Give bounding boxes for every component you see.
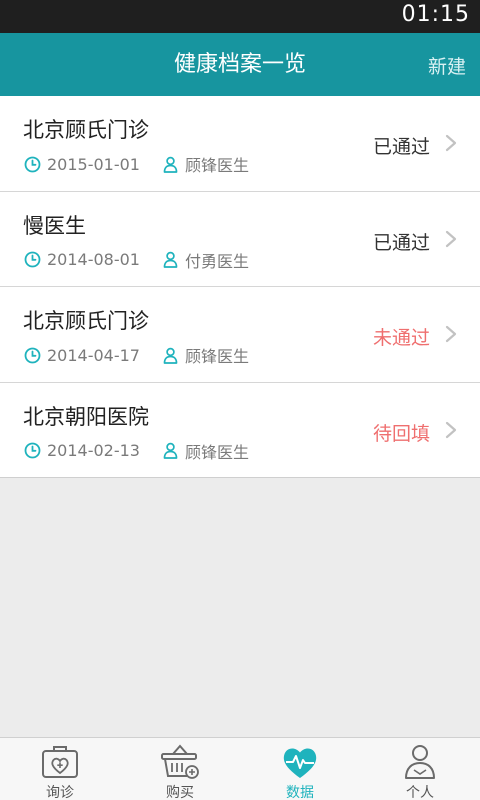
record-title: 北京顾氏门诊: [23, 309, 149, 333]
record-row[interactable]: 慢医生 2014-08-01 付勇医生 已通过: [0, 191, 480, 287]
tab-label: 询诊: [46, 785, 74, 800]
tab-label: 数据: [286, 785, 314, 800]
record-meta: 2014-04-17 顾锋医生: [24, 345, 249, 366]
chevron-right-icon: [445, 325, 457, 343]
record-date: 2015-01-01: [47, 154, 140, 174]
status-time: 01:15: [401, 2, 470, 27]
tab-label: 个人: [406, 785, 434, 800]
chevron-right-icon: [445, 230, 457, 247]
record-status: 已通过: [372, 136, 430, 158]
record-date: 2014-04-17: [47, 345, 140, 365]
clock-icon: [24, 347, 41, 364]
tab-label: 购买: [166, 785, 194, 800]
clock-icon: [24, 251, 41, 268]
record-doctor: 付勇医生: [184, 251, 249, 271]
record-row[interactable]: 北京顾氏门诊 2014-04-17 顾锋医生 未通过: [0, 287, 480, 383]
person-icon: [405, 745, 435, 779]
record-meta: 2015-01-01 顾锋医生: [24, 154, 249, 175]
record-row[interactable]: 北京顾氏门诊 2015-01-01 顾锋医生 已通过: [0, 96, 480, 192]
heart-pulse-icon: [283, 748, 317, 778]
record-status: 已通过: [372, 231, 430, 254]
shopping-basket-icon: [161, 744, 199, 779]
record-list: 北京顾氏门诊 2015-01-01 顾锋医生 已通过 慢医生 2014-08-0…: [0, 96, 480, 478]
record-doctor: 顾锋医生: [184, 156, 249, 175]
header: 健康档案一览 新建: [0, 33, 480, 96]
record-title: 北京朝阳医院: [23, 404, 149, 429]
record-doctor: 顾锋医生: [184, 347, 249, 366]
bottom-tab-bar: 询诊 购买 数据 个人: [0, 737, 480, 800]
record-title: 慢医生: [23, 213, 86, 238]
record-meta: 2014-02-13 顾锋医生: [24, 441, 249, 462]
record-doctor: 顾锋医生: [184, 442, 249, 462]
tab-buy[interactable]: 购买: [120, 738, 240, 800]
record-status: 未通过: [372, 327, 430, 349]
doctor-icon: [162, 347, 179, 364]
tab-data[interactable]: 数据: [240, 738, 360, 800]
record-date: 2014-08-01: [47, 250, 140, 269]
clock-icon: [24, 442, 41, 459]
record-date: 2014-02-13: [47, 441, 140, 460]
doctor-icon: [162, 156, 179, 173]
chevron-right-icon: [445, 421, 457, 438]
record-row[interactable]: 北京朝阳医院 2014-02-13 顾锋医生 待回填: [0, 382, 480, 478]
doctor-icon: [162, 442, 179, 459]
tab-consult[interactable]: 询诊: [0, 738, 120, 800]
new-record-button[interactable]: 新建: [428, 33, 466, 96]
doctor-icon: [162, 251, 179, 268]
medical-kit-icon: [42, 746, 78, 778]
page-title: 健康档案一览: [173, 52, 306, 77]
clock-icon: [24, 156, 41, 173]
record-status: 待回填: [372, 422, 430, 445]
chevron-right-icon: [445, 134, 457, 152]
record-title: 北京顾氏门诊: [23, 118, 149, 142]
status-bar: 01:15: [0, 0, 480, 33]
tab-personal[interactable]: 个人: [360, 738, 480, 800]
record-meta: 2014-08-01 付勇医生: [24, 250, 249, 271]
